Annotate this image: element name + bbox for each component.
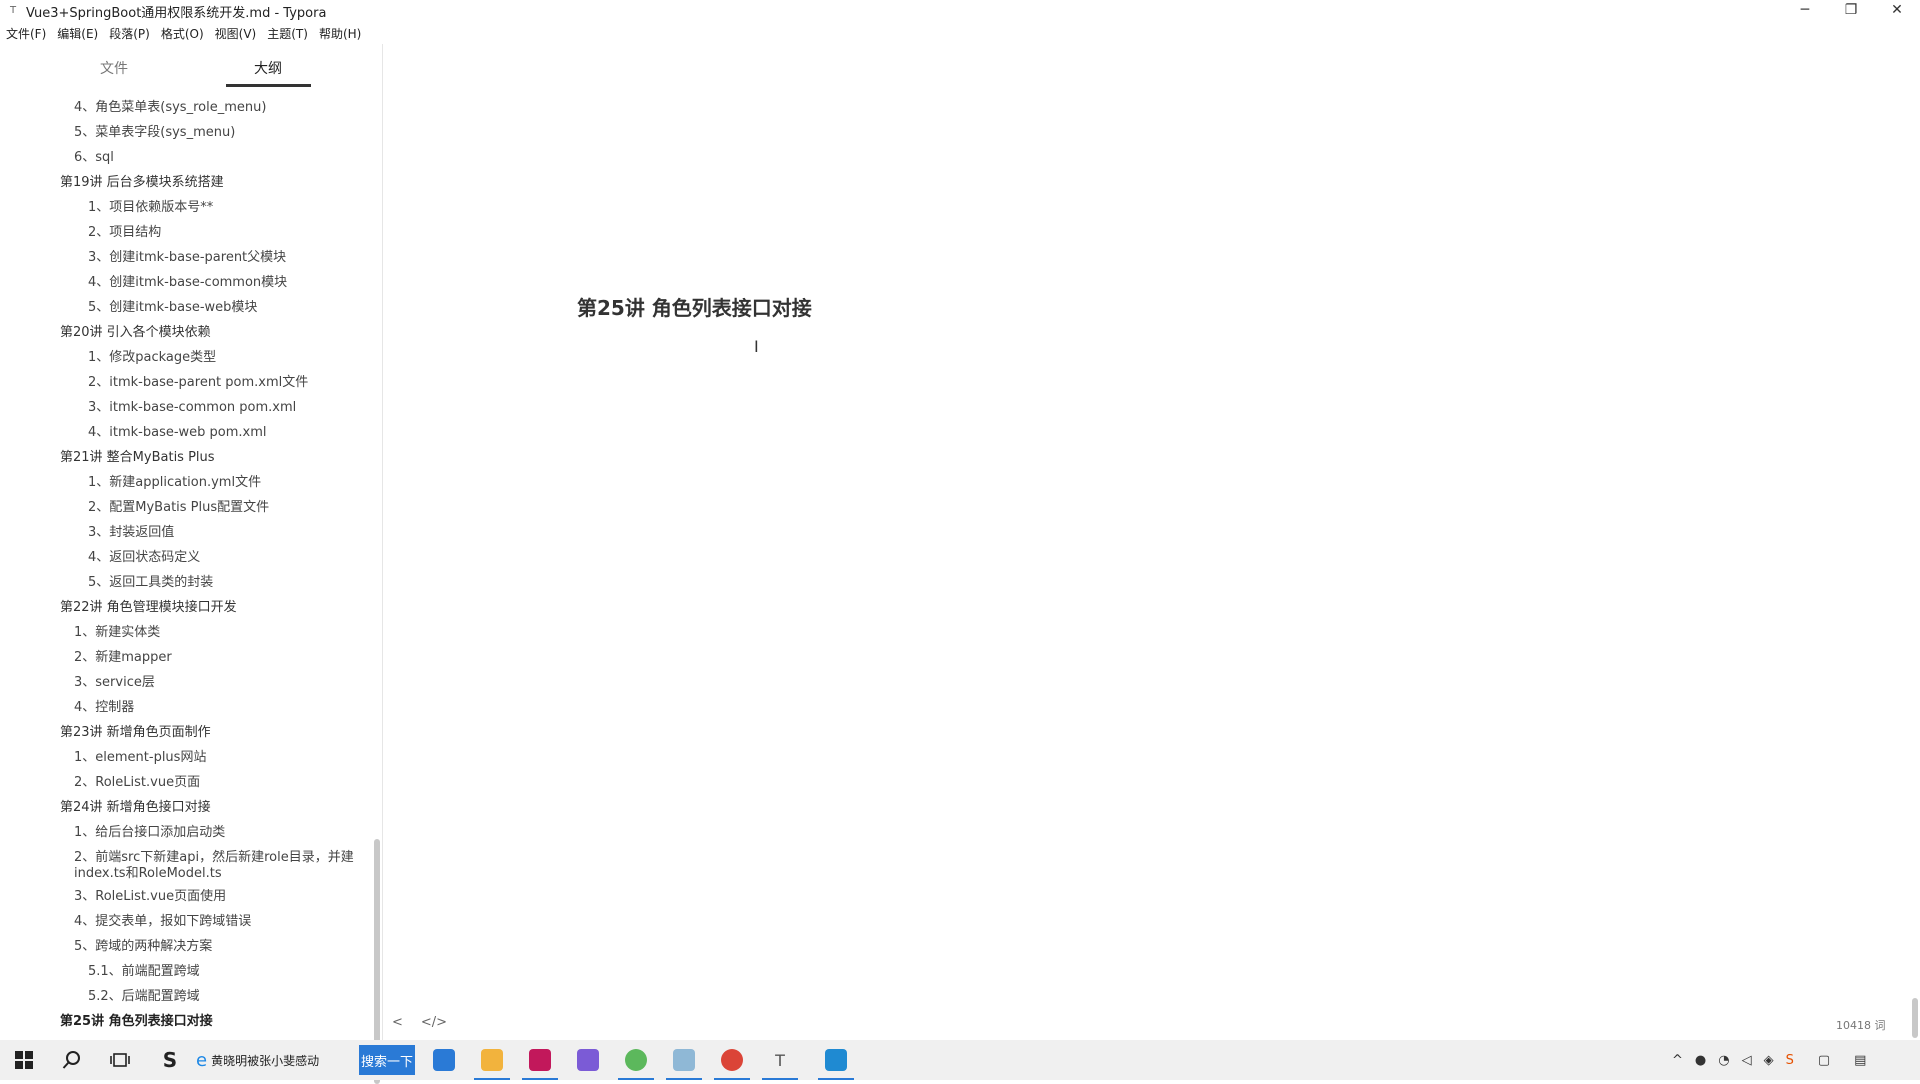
microphone-icon[interactable]: ●	[1695, 1053, 1706, 1068]
editor-footer-controls: < </>	[392, 1015, 447, 1030]
outline-heading-item[interactable]: 第22讲 角色管理模块接口开发	[60, 600, 237, 616]
menu-help[interactable]: 帮助(H)	[319, 25, 361, 42]
maximize-button[interactable]: ❐	[1828, 0, 1874, 22]
network-icon[interactable]: ◔	[1718, 1053, 1729, 1068]
title-bar: T Vue3+SpringBoot通用权限系统开发.md - Typora ─ …	[0, 0, 1920, 22]
outline-subheading-item[interactable]: 5、菜单表字段(sys_menu)	[74, 125, 235, 141]
outline-heading-item[interactable]: 第19讲 后台多模块系统搭建	[60, 175, 224, 191]
task-view-icon[interactable]	[96, 1040, 144, 1080]
sidebar: 文件 大纲 4、角色菜单表(sys_role_menu) 5、菜单表字段(sys_…	[0, 44, 383, 1084]
minimize-button[interactable]: ─	[1782, 0, 1828, 22]
outline-subheading-item[interactable]: 4、返回状态码定义	[88, 550, 200, 566]
outline-subheading-item[interactable]: 3、创建itmk-base-parent父模块	[88, 250, 286, 266]
toggle-sidebar-icon[interactable]: <	[392, 1015, 403, 1030]
notification-icon[interactable]: ▤	[1854, 1053, 1866, 1068]
outline-heading-item[interactable]: 第20讲 引入各个模块依赖	[60, 325, 211, 341]
ie-news-label: 黄晓明被张小斐感动	[211, 1053, 320, 1068]
outline-subheading-item[interactable]: 4、itmk-base-web pom.xml	[88, 425, 267, 441]
outline-subheading-item[interactable]: 5、跨域的两种解决方案	[74, 939, 212, 955]
outline-subheading-item[interactable]: 3、itmk-base-common pom.xml	[88, 400, 296, 416]
outline-subheading-item[interactable]: 3、封装返回值	[88, 525, 174, 541]
outline-subheading-item[interactable]: 2、RoleList.vue页面	[74, 775, 200, 791]
outline-heading-item[interactable]: 第25讲 角色列表接口对接	[60, 1014, 213, 1030]
document-heading[interactable]: 第25讲 角色列表接口对接	[577, 292, 812, 321]
menu-file[interactable]: 文件(F)	[6, 25, 46, 42]
file-explorer-icon[interactable]	[468, 1040, 516, 1080]
outline-subheading-item[interactable]: 5.1、前端配置跨域	[88, 964, 200, 980]
search-icon[interactable]	[48, 1040, 96, 1080]
menu-edit[interactable]: 编辑(E)	[57, 25, 98, 42]
outline-subheading-item[interactable]: 2、新建mapper	[74, 650, 172, 666]
start-windows-icon[interactable]	[0, 1040, 48, 1080]
outline-subheading-item[interactable]: 2、前端src下新建api，然后新建role目录，并建index.ts和Role…	[74, 850, 364, 882]
outline-subheading-item[interactable]: 5、返回工具类的封装	[88, 575, 213, 591]
outline-subheading-item[interactable]: 1、修改package类型	[88, 350, 216, 366]
outline-subheading-item[interactable]: 1、新建实体类	[74, 625, 160, 641]
outline-subheading-item[interactable]: 5.2、后端配置跨域	[88, 989, 200, 1005]
outline-subheading-item[interactable]: 1、element-plus网站	[74, 750, 206, 766]
outline-heading-item[interactable]: 第21讲 整合MyBatis Plus	[60, 450, 215, 466]
outline-subheading-item[interactable]: 2、配置MyBatis Plus配置文件	[88, 500, 269, 516]
vscode-icon[interactable]	[812, 1040, 860, 1080]
outline-heading-item[interactable]: 第23讲 新增角色页面制作	[60, 725, 211, 741]
chrome-icon[interactable]	[708, 1040, 756, 1080]
outline-subheading-item[interactable]: 2、项目结构	[88, 225, 161, 241]
outline-subheading-item[interactable]: 4、角色菜单表(sys_role_menu)	[74, 100, 266, 116]
outline-heading-item[interactable]: 第24讲 新增角色接口对接	[60, 800, 211, 816]
outline-subheading-item[interactable]: 2、itmk-base-parent pom.xml文件	[88, 375, 308, 391]
app-colorful-icon[interactable]	[564, 1040, 612, 1080]
sidebar-tabs: 文件 大纲	[0, 44, 382, 88]
menu-paragraph[interactable]: 段落(P)	[109, 25, 150, 42]
notepad-icon[interactable]	[660, 1040, 708, 1080]
close-button[interactable]: ✕	[1874, 0, 1920, 22]
ie-taskbar-item[interactable]: e 黄晓明被张小斐感动	[196, 1040, 319, 1080]
sogou-icon[interactable]: S	[1786, 1053, 1794, 1068]
mail-icon[interactable]	[420, 1040, 468, 1080]
outline-subheading-item[interactable]: 4、控制器	[74, 700, 134, 716]
app-s-icon[interactable]: S	[146, 1040, 194, 1080]
window-controls: ─ ❐ ✕	[1782, 0, 1920, 22]
outline-subheading-item[interactable]: 1、项目依赖版本号**	[88, 200, 213, 216]
intellij-idea-icon[interactable]	[516, 1040, 564, 1080]
input-method-icon[interactable]: ◈	[1764, 1053, 1774, 1068]
outline-subheading-item[interactable]: 1、给后台接口添加启动类	[74, 825, 225, 841]
window-title: Vue3+SpringBoot通用权限系统开发.md - Typora	[26, 5, 327, 21]
word-count[interactable]: 10418 词	[1836, 1017, 1886, 1033]
editor-area[interactable]: 第25讲 角色列表接口对接 I	[384, 44, 1920, 1040]
outline-subheading-item[interactable]: 4、创建itmk-base-common模块	[88, 275, 287, 291]
menu-view[interactable]: 视图(V)	[215, 25, 257, 42]
tab-files[interactable]: 文件	[100, 58, 128, 78]
outline-subheading-item[interactable]: 4、提交表单，报如下跨域错误	[74, 914, 251, 930]
menu-format[interactable]: 格式(O)	[161, 25, 204, 42]
taskbar-search-button[interactable]: 搜索一下	[359, 1045, 415, 1075]
editor-scrollbar[interactable]	[1912, 998, 1918, 1038]
hbuilder-icon[interactable]	[612, 1040, 660, 1080]
outline-subheading-item[interactable]: 5、创建itmk-base-web模块	[88, 300, 257, 316]
source-code-mode-icon[interactable]: </>	[421, 1015, 447, 1030]
show-desktop-icon[interactable]: ▢	[1818, 1053, 1830, 1068]
typora-taskbar-icon[interactable]: T	[756, 1040, 804, 1080]
outline-subheading-item[interactable]: 3、RoleList.vue页面使用	[74, 889, 226, 905]
outline-subheading-item[interactable]: 3、service层	[74, 675, 155, 691]
text-cursor: I	[754, 337, 759, 356]
typora-app-icon: T	[9, 5, 17, 16]
outline-subheading-item[interactable]: 1、新建application.yml文件	[88, 475, 261, 491]
menu-theme[interactable]: 主题(T)	[267, 25, 308, 42]
chevron-up-icon[interactable]: ^	[1672, 1053, 1683, 1068]
tab-outline[interactable]: 大纲	[254, 58, 282, 78]
system-tray: ^ ● ◔ ◁ ◈ S ▢ ▤	[1672, 1040, 1866, 1080]
menu-bar: 文件(F) 编辑(E) 段落(P) 格式(O) 视图(V) 主题(T) 帮助(H…	[0, 22, 372, 44]
active-tab-indicator	[226, 84, 311, 87]
ie-icon: e	[196, 1049, 208, 1071]
outline-subheading-item[interactable]: 6、sql	[74, 150, 114, 166]
volume-icon[interactable]: ◁	[1742, 1053, 1752, 1068]
